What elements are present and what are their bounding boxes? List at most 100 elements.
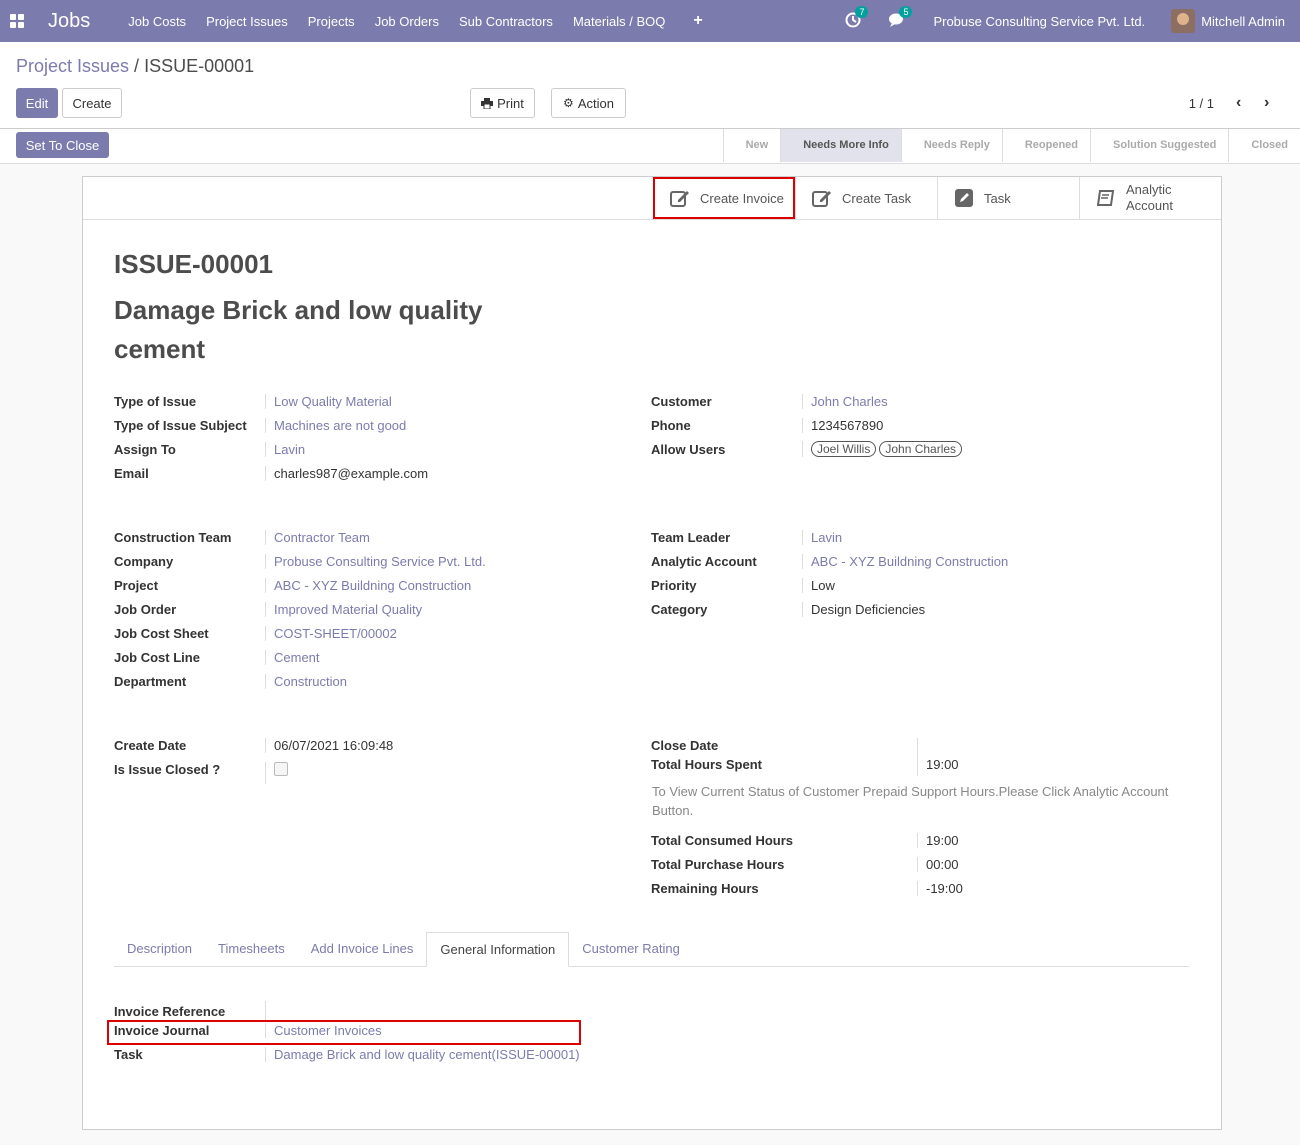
action-button[interactable]: ⚙ Action xyxy=(551,88,626,118)
print-label: Print xyxy=(497,95,524,111)
activity-count-badge: 7 xyxy=(855,6,869,18)
print-button[interactable]: Print xyxy=(470,88,535,118)
total-purchase-hours-label: Total Purchase Hours xyxy=(651,857,785,872)
close-date-field[interactable] xyxy=(917,738,926,776)
create-task-button[interactable]: Create Task xyxy=(795,177,937,219)
type-of-issue-value[interactable]: Low Quality Material xyxy=(265,394,392,409)
priority-label: Priority xyxy=(651,578,697,593)
construction-team-value[interactable]: Contractor Team xyxy=(265,530,370,545)
construction-team-label: Construction Team xyxy=(114,530,232,545)
plus-icon[interactable]: + xyxy=(693,12,702,30)
email-label: Email xyxy=(114,466,149,481)
pencil-square-icon xyxy=(954,188,974,208)
task-label: Task xyxy=(114,1047,143,1062)
analytic-account-field-label: Analytic Account xyxy=(651,554,757,569)
job-cost-line-value[interactable]: Cement xyxy=(265,650,320,665)
stage-solution-suggested[interactable]: Solution Suggested xyxy=(1090,129,1228,162)
set-to-close-button[interactable]: Set To Close xyxy=(16,132,109,158)
analytic-account-value[interactable]: ABC - XYZ Buildning Construction xyxy=(802,554,1008,569)
department-value[interactable]: Construction xyxy=(265,674,347,689)
tab-add-invoice-lines[interactable]: Add Invoice Lines xyxy=(298,932,427,965)
apps-grid-icon[interactable] xyxy=(10,14,24,28)
company-switcher[interactable]: Probuse Consulting Service Pvt. Ltd. xyxy=(933,14,1145,29)
menu-job-orders[interactable]: Job Orders xyxy=(375,14,439,29)
stage-new[interactable]: New xyxy=(722,129,781,162)
allow-users-tags[interactable]: Joel Willis John Charles xyxy=(802,441,965,457)
stage-closed[interactable]: Closed xyxy=(1228,129,1300,162)
invoice-reference-value[interactable] xyxy=(265,1001,274,1021)
app-brand[interactable]: Jobs xyxy=(48,10,90,33)
top-navbar: Jobs Job Costs Project Issues Projects J… xyxy=(0,0,1300,42)
is-issue-closed-checkbox[interactable] xyxy=(274,762,288,776)
close-date-label: Close Date xyxy=(651,738,719,753)
menu-projects[interactable]: Projects xyxy=(308,14,355,29)
create-task-label: Create Task xyxy=(842,190,912,206)
category-value[interactable]: Design Deficiencies xyxy=(802,602,925,617)
company-value[interactable]: Probuse Consulting Service Pvt. Ltd. xyxy=(265,554,486,569)
analytic-label-line1: Analytic xyxy=(1126,182,1172,197)
user-tag[interactable]: John Charles xyxy=(879,441,963,457)
team-leader-label: Team Leader xyxy=(651,530,731,545)
phone-value[interactable]: 1234567890 xyxy=(802,418,883,433)
tab-timesheets[interactable]: Timesheets xyxy=(205,932,298,965)
allow-users-label: Allow Users xyxy=(651,442,726,457)
task-button[interactable]: Task xyxy=(937,177,1079,219)
project-value[interactable]: ABC - XYZ Buildning Construction xyxy=(265,578,471,593)
pager-next-icon[interactable]: › xyxy=(1264,94,1269,112)
create-date-label: Create Date xyxy=(114,738,187,753)
record-name[interactable]: Damage Brick and low quality cement xyxy=(114,291,534,369)
stage-reopened[interactable]: Reopened xyxy=(1001,129,1090,162)
menu-sub-contractors[interactable]: Sub Contractors xyxy=(459,14,553,29)
breadcrumb-parent[interactable]: Project Issues xyxy=(16,56,129,76)
job-cost-sheet-label: Job Cost Sheet xyxy=(114,626,209,641)
total-purchase-hours-value: 00:00 xyxy=(917,857,959,872)
edit-square-icon xyxy=(670,188,690,208)
job-order-value[interactable]: Improved Material Quality xyxy=(265,602,422,617)
user-menu[interactable]: Mitchell Admin xyxy=(1201,14,1285,29)
prepaid-hours-note: To View Current Status of Customer Prepa… xyxy=(652,784,1169,818)
job-cost-sheet-value[interactable]: COST-SHEET/00002 xyxy=(265,626,397,641)
customer-label: Customer xyxy=(651,394,712,409)
tab-general-information[interactable]: General Information xyxy=(426,932,570,967)
user-avatar[interactable] xyxy=(1171,9,1196,33)
email-value[interactable]: charles987@example.com xyxy=(265,466,428,481)
user-tag[interactable]: Joel Willis xyxy=(811,441,877,457)
gear-icon: ⚙ xyxy=(563,96,574,110)
job-order-label: Job Order xyxy=(114,602,177,617)
company-label: Company xyxy=(114,554,174,569)
tab-description[interactable]: Description xyxy=(114,932,205,965)
notebook-tabs: Description Timesheets Add Invoice Lines… xyxy=(114,932,1189,967)
create-invoice-button[interactable]: Create Invoice xyxy=(653,177,795,219)
department-label: Department xyxy=(114,674,187,689)
stage-needs-more-info[interactable]: Needs More Info xyxy=(780,129,901,162)
team-leader-value[interactable]: Lavin xyxy=(802,530,842,545)
customer-value[interactable]: John Charles xyxy=(802,394,888,409)
analytic-account-button[interactable]: Analytic Account xyxy=(1079,177,1221,219)
issue-subject-value[interactable]: Machines are not good xyxy=(265,418,406,433)
create-button[interactable]: Create xyxy=(62,88,122,118)
remaining-hours-value: -19:00 xyxy=(917,881,963,896)
menu-materials-boq[interactable]: Materials / BOQ xyxy=(573,14,665,29)
job-cost-line-label: Job Cost Line xyxy=(114,650,200,665)
status-bar: Set To Close New Needs More Info Needs R… xyxy=(0,129,1300,164)
priority-value[interactable]: Low xyxy=(802,578,835,593)
analytic-account-label: Analytic Account xyxy=(1126,182,1173,214)
issue-subject-label: Type of Issue Subject xyxy=(114,418,247,433)
activity-clock-icon[interactable]: 7 xyxy=(845,6,869,30)
breadcrumb-current: ISSUE-00001 xyxy=(144,56,255,76)
breadcrumb: Project Issues / ISSUE-00001 xyxy=(16,56,254,77)
pager-value[interactable]: 1 / 1 xyxy=(1189,96,1214,111)
smart-button-box: Create Invoice Create Task Task Analytic… xyxy=(83,177,1221,220)
edit-button[interactable]: Edit xyxy=(16,88,58,118)
task-value[interactable]: Damage Brick and low quality cement(ISSU… xyxy=(265,1047,580,1062)
menu-job-costs[interactable]: Job Costs xyxy=(128,14,186,29)
total-consumed-hours-value: 19:00 xyxy=(917,833,959,848)
book-icon xyxy=(1096,188,1116,208)
messages-chat-icon[interactable]: 5 xyxy=(889,6,913,30)
assign-to-value[interactable]: Lavin xyxy=(265,442,305,457)
tab-customer-rating[interactable]: Customer Rating xyxy=(569,932,693,965)
is-issue-closed-label: Is Issue Closed ? xyxy=(114,762,221,777)
stage-needs-reply[interactable]: Needs Reply xyxy=(900,129,1002,162)
pager-prev-icon[interactable]: ‹ xyxy=(1236,94,1241,112)
menu-project-issues[interactable]: Project Issues xyxy=(206,14,288,29)
